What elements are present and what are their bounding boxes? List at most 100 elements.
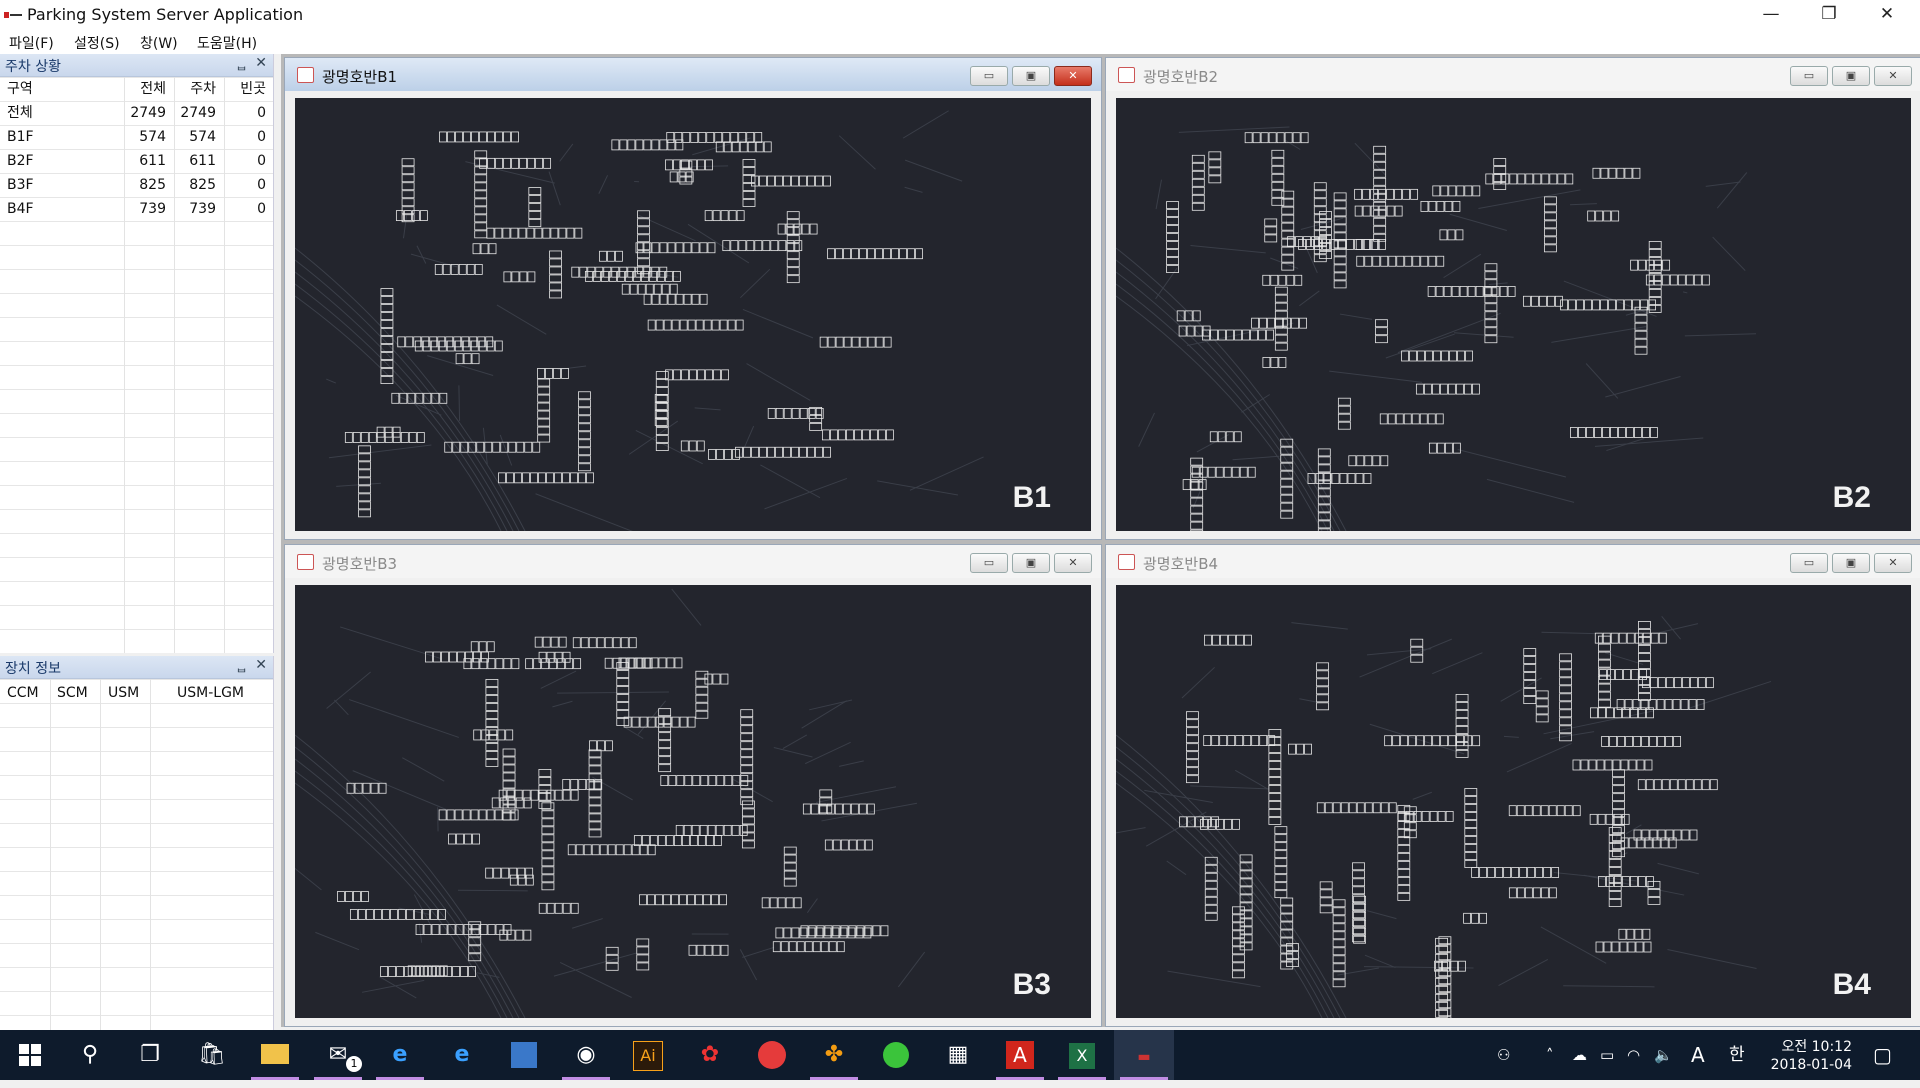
- app-green-icon[interactable]: [866, 1030, 926, 1080]
- clock-date[interactable]: 2018-01-04: [1771, 1057, 1852, 1073]
- menu-help[interactable]: 도움말(H): [197, 33, 257, 53]
- panel-close-icon[interactable]: ✕: [255, 55, 267, 71]
- title-bar: Parking System Server Application — ❐ ✕: [0, 0, 1920, 30]
- floor-window-b2[interactable]: 광명호반B2 ▭ ▣ ✕ B2: [1105, 57, 1920, 540]
- floor-window-b1[interactable]: 광명호반B1 ▭ ▣ ✕ B1: [284, 57, 1102, 540]
- parking-status-panel: 주차 상황 ᆸ ✕ 구역 전체 주차 빈곳 전체 2749 2749 0 B1F…: [0, 54, 274, 653]
- child-maximize-button[interactable]: ▣: [1012, 553, 1050, 573]
- parking-map-drawing: [1116, 98, 1911, 531]
- menu-window[interactable]: 창(W): [140, 33, 178, 53]
- file-explorer-icon[interactable]: [245, 1030, 305, 1080]
- floor-map-canvas[interactable]: B2: [1116, 98, 1911, 531]
- header-empty[interactable]: 빈곳: [224, 77, 266, 101]
- task-view-icon[interactable]: ❐: [120, 1030, 180, 1080]
- app-red-icon[interactable]: ✿: [680, 1030, 740, 1080]
- parking-map-drawing: [1116, 585, 1911, 1018]
- cloud-icon[interactable]: ☁: [1572, 1030, 1587, 1080]
- child-close-button[interactable]: ✕: [1054, 66, 1092, 86]
- acrobat-icon[interactable]: A: [990, 1030, 1050, 1080]
- table-row-empty: 0: [224, 101, 266, 125]
- volume-icon[interactable]: 🔈: [1654, 1030, 1673, 1080]
- camera-app-icon[interactable]: ◉: [556, 1030, 616, 1080]
- mail-icon[interactable]: ✉1: [308, 1030, 368, 1080]
- edge-icon[interactable]: e: [370, 1030, 430, 1080]
- header-zone[interactable]: 구역: [7, 77, 33, 101]
- floor-map-canvas[interactable]: B3: [295, 585, 1091, 1018]
- parking-app-icon[interactable]: ▬: [1114, 1030, 1174, 1080]
- child-title-bar[interactable]: 광명호반B2 ▭ ▣ ✕: [1106, 58, 1920, 91]
- child-title-bar[interactable]: 광명호반B3 ▭ ▣ ✕: [285, 545, 1101, 578]
- table-row-empty: 0: [224, 197, 266, 221]
- store-icon[interactable]: 🛍: [182, 1030, 242, 1080]
- table-row-total: 611: [124, 149, 166, 173]
- app-red2-icon[interactable]: [742, 1030, 802, 1080]
- floor-label: B2: [1833, 481, 1871, 515]
- child-close-button[interactable]: ✕: [1054, 553, 1092, 573]
- table-row-parked: 2749: [174, 101, 216, 125]
- table-row-total: 2749: [124, 101, 166, 125]
- child-minimize-button[interactable]: ▭: [1790, 66, 1828, 86]
- pin-icon[interactable]: ᆸ: [236, 56, 247, 73]
- wifi-icon[interactable]: ◠: [1627, 1030, 1640, 1080]
- floor-label: B4: [1833, 968, 1871, 1002]
- header-usm[interactable]: USM: [108, 681, 139, 705]
- mail-badge: 1: [346, 1056, 362, 1072]
- child-title-bar[interactable]: 광명호반B4 ▭ ▣ ✕: [1106, 545, 1920, 578]
- header-total[interactable]: 전체: [124, 77, 166, 101]
- header-usm-lgm[interactable]: USM-LGM: [177, 681, 244, 705]
- child-title: 광명호반B4: [1143, 553, 1218, 574]
- floor-map-canvas[interactable]: B1: [295, 98, 1091, 531]
- calculator-icon[interactable]: ▦: [928, 1030, 988, 1080]
- ime-mode-icon[interactable]: A: [1691, 1030, 1705, 1080]
- device-info-panel: 장치 정보 ᆸ ✕ CCM SCM USM USM-LGM: [0, 656, 274, 1030]
- child-close-button[interactable]: ✕: [1874, 553, 1912, 573]
- search-icon[interactable]: ⚲: [60, 1030, 120, 1080]
- floor-map-canvas[interactable]: B4: [1116, 585, 1911, 1018]
- table-row-zone: 전체: [7, 101, 33, 125]
- table-row-empty: 0: [224, 173, 266, 197]
- minimize-button[interactable]: —: [1742, 0, 1800, 30]
- table-row-zone: B2F: [7, 149, 34, 173]
- menu-settings[interactable]: 설정(S): [74, 33, 120, 53]
- chevron-up-icon[interactable]: ˄: [1546, 1030, 1554, 1080]
- child-title-bar[interactable]: 광명호반B1 ▭ ▣ ✕: [285, 58, 1101, 91]
- start-icon[interactable]: [0, 1030, 60, 1080]
- map-doc-icon: [1118, 554, 1135, 570]
- close-button[interactable]: ✕: [1858, 0, 1916, 30]
- app-game-icon[interactable]: ✤: [804, 1030, 864, 1080]
- table-row-empty: 0: [224, 149, 266, 173]
- child-maximize-button[interactable]: ▣: [1832, 66, 1870, 86]
- parking-status-header: 주차 상황 ᆸ ✕: [0, 54, 273, 77]
- child-minimize-button[interactable]: ▭: [970, 553, 1008, 573]
- excel-icon[interactable]: X: [1052, 1030, 1112, 1080]
- table-row-total: 574: [124, 125, 166, 149]
- child-minimize-button[interactable]: ▭: [970, 66, 1008, 86]
- device-info-header: 장치 정보 ᆸ ✕: [0, 656, 273, 679]
- header-parked[interactable]: 주차: [174, 77, 216, 101]
- notification-icon[interactable]: ▢: [1873, 1030, 1892, 1080]
- battery-icon[interactable]: ▭: [1600, 1030, 1614, 1080]
- header-scm[interactable]: SCM: [57, 681, 88, 705]
- floor-window-b4[interactable]: 광명호반B4 ▭ ▣ ✕ B4: [1105, 544, 1920, 1027]
- child-maximize-button[interactable]: ▣: [1832, 553, 1870, 573]
- header-ccm[interactable]: CCM: [7, 681, 39, 705]
- clock-time[interactable]: 오전 10:12: [1781, 1036, 1852, 1056]
- child-minimize-button[interactable]: ▭: [1790, 553, 1828, 573]
- restore-button[interactable]: ❐: [1800, 0, 1858, 30]
- floor-window-b3[interactable]: 광명호반B3 ▭ ▣ ✕ B3: [284, 544, 1102, 1027]
- app-icon[interactable]: [494, 1030, 554, 1080]
- panel-close-icon[interactable]: ✕: [255, 657, 267, 673]
- child-maximize-button[interactable]: ▣: [1012, 66, 1050, 86]
- table-row-parked: 574: [174, 125, 216, 149]
- menu-file[interactable]: 파일(F): [9, 33, 54, 53]
- map-doc-icon: [297, 554, 314, 570]
- mdi-area: 광명호반B1 ▭ ▣ ✕ B1 광명호반B2 ▭ ▣ ✕ B2 광명호반B3 ▭: [281, 54, 1920, 1027]
- device-info-title: 장치 정보: [5, 658, 61, 678]
- child-close-button[interactable]: ✕: [1874, 66, 1912, 86]
- illustrator-icon[interactable]: Ai: [618, 1030, 678, 1080]
- pin-icon[interactable]: ᆸ: [236, 658, 247, 675]
- ie-icon[interactable]: e: [432, 1030, 492, 1080]
- child-title: 광명호반B1: [322, 66, 397, 87]
- people-icon[interactable]: ⚇: [1497, 1030, 1510, 1080]
- language-icon[interactable]: 한: [1729, 1030, 1745, 1080]
